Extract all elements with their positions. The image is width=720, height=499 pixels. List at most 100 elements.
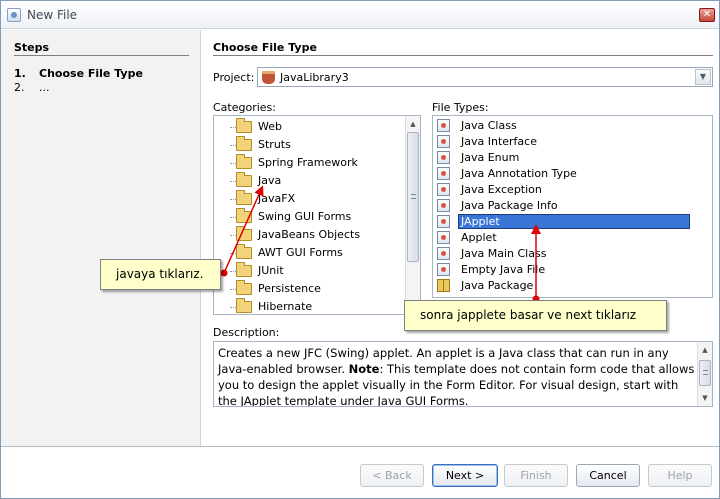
- file-type-java-enum[interactable]: Java Enum: [435, 150, 711, 166]
- steps-panel: Steps 1. Choose File Type 2....: [1, 30, 201, 446]
- category-label: Swing GUI Forms: [258, 210, 352, 223]
- step-1: 1. Choose File Type: [14, 67, 143, 80]
- category-swing-gui-forms[interactable]: Swing GUI Forms: [230, 208, 404, 226]
- categories-scrollbar[interactable]: ▲ ▼: [405, 116, 420, 314]
- file-type-java-interface[interactable]: Java Interface: [435, 134, 711, 150]
- file-type-label: Java Exception: [461, 183, 542, 196]
- file-type-java-main-class[interactable]: Java Main Class: [435, 246, 711, 262]
- steps-title: Steps: [14, 41, 50, 54]
- file-type-label: Java Package Info: [461, 199, 558, 212]
- folder-icon: [236, 298, 252, 313]
- title-divider: [213, 55, 713, 56]
- java-file-icon: [437, 215, 450, 228]
- close-button[interactable]: ✕: [699, 8, 715, 22]
- new-file-dialog: New File ✕ Steps 1. Choose File Type 2...…: [0, 0, 720, 499]
- steps-divider: [14, 55, 189, 56]
- category-label: Java: [258, 174, 282, 187]
- scroll-up-icon[interactable]: ▲: [700, 345, 710, 355]
- file-type-label: Applet: [461, 231, 497, 244]
- file-types-label: File Types:: [432, 101, 489, 114]
- scroll-thumb[interactable]: [407, 132, 419, 262]
- chevron-down-icon[interactable]: ▼: [695, 69, 711, 85]
- java-project-icon: [262, 71, 275, 84]
- category-label: JUnit: [258, 264, 284, 277]
- scroll-thumb[interactable]: [699, 360, 711, 386]
- category-label: Web: [258, 120, 282, 133]
- category-label: JavaFX: [258, 192, 296, 205]
- description-note: Note: [348, 362, 380, 376]
- applet-callout: sonra japplete basar ve next tıklarız: [404, 300, 667, 331]
- java-file-icon: [437, 135, 450, 148]
- app-icon: [7, 8, 21, 22]
- file-type-label: Java Annotation Type: [461, 167, 577, 180]
- folder-icon: [236, 262, 252, 277]
- category-spring-framework[interactable]: Spring Framework: [230, 154, 404, 172]
- package-icon: [437, 279, 450, 292]
- java-file-icon: [437, 151, 450, 164]
- file-type-label: Empty Java File: [461, 263, 546, 276]
- file-type-label: Java Class: [461, 119, 517, 132]
- folder-icon: [236, 280, 252, 295]
- category-label: Struts: [258, 138, 291, 151]
- file-type-japplet[interactable]: JApplet: [435, 214, 711, 230]
- category-hibernate[interactable]: Hibernate: [230, 298, 404, 314]
- categories-label: Categories:: [213, 101, 276, 114]
- close-icon: ✕: [702, 9, 712, 20]
- project-select[interactable]: JavaLibrary3 ▼: [257, 67, 713, 87]
- category-java[interactable]: Java: [230, 172, 404, 190]
- category-label: AWT GUI Forms: [258, 246, 343, 259]
- step-number: 2.: [14, 81, 25, 94]
- category-persistence[interactable]: Persistence: [230, 280, 404, 298]
- file-type-applet[interactable]: Applet: [435, 230, 711, 246]
- java-file-icon: [437, 199, 450, 212]
- file-types-list[interactable]: Java Class Java Interface Java Enum Java…: [432, 115, 713, 298]
- folder-icon: [236, 244, 252, 259]
- category-label: Hibernate: [258, 300, 313, 313]
- category-junit[interactable]: JUnit: [230, 262, 404, 280]
- file-type-label: Java Main Class: [461, 247, 547, 260]
- scroll-down-icon[interactable]: ▼: [700, 393, 710, 403]
- description-label: Description:: [213, 326, 280, 339]
- file-type-label: Java Interface: [461, 135, 537, 148]
- project-value: JavaLibrary3: [280, 71, 349, 84]
- help-button[interactable]: Help: [648, 464, 712, 487]
- category-web[interactable]: Web: [230, 118, 404, 136]
- title-bar: New File ✕: [1, 1, 719, 29]
- step-2: 2....: [14, 81, 50, 94]
- file-type-empty-java-file[interactable]: Empty Java File: [435, 262, 711, 278]
- file-type-java-class[interactable]: Java Class: [435, 118, 711, 134]
- scroll-up-icon[interactable]: ▲: [408, 119, 418, 129]
- page-title: Choose File Type: [213, 41, 317, 54]
- window-title: New File: [27, 8, 78, 22]
- category-label: Spring Framework: [258, 156, 358, 169]
- folder-icon: [236, 172, 252, 187]
- description-scrollbar[interactable]: ▲ ▼: [697, 342, 712, 406]
- file-type-java-exception[interactable]: Java Exception: [435, 182, 711, 198]
- category-struts[interactable]: Struts: [230, 136, 404, 154]
- category-javabeans-objects[interactable]: JavaBeans Objects: [230, 226, 404, 244]
- project-label: Project:: [213, 71, 255, 84]
- file-type-java-annotation-type[interactable]: Java Annotation Type: [435, 166, 711, 182]
- folder-icon: [236, 208, 252, 223]
- next-button[interactable]: Next >: [432, 464, 498, 487]
- finish-button[interactable]: Finish: [504, 464, 568, 487]
- cancel-button[interactable]: Cancel: [576, 464, 640, 487]
- java-callout-text: javaya tıklarız.: [116, 267, 204, 281]
- java-main-class-icon: [437, 247, 450, 260]
- step-number: 1.: [14, 67, 26, 80]
- category-awt-gui-forms[interactable]: AWT GUI Forms: [230, 244, 404, 262]
- java-file-icon: [437, 119, 450, 132]
- step-label: ...: [39, 81, 50, 94]
- category-javafx[interactable]: JavaFX: [230, 190, 404, 208]
- java-file-icon: [437, 231, 450, 244]
- grip-icon: [703, 370, 708, 375]
- file-type-label: Java Enum: [461, 151, 520, 164]
- folder-icon: [236, 190, 252, 205]
- file-type-java-package[interactable]: Java Package: [435, 278, 711, 294]
- file-type-java-package-info[interactable]: Java Package Info: [435, 198, 711, 214]
- back-button[interactable]: < Back: [360, 464, 424, 487]
- step-label: Choose File Type: [39, 67, 143, 80]
- description-text: Creates a new JFC (Swing) applet. An app…: [218, 345, 696, 406]
- categories-tree[interactable]: Web Struts Spring Framework Java JavaFX …: [213, 115, 421, 315]
- java-callout: javaya tıklarız.: [100, 259, 221, 290]
